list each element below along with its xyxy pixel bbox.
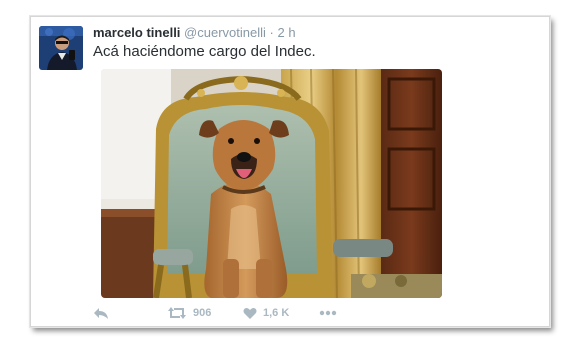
reply-button[interactable]: [93, 304, 109, 322]
retweet-button[interactable]: 906: [167, 304, 211, 322]
avatar[interactable]: [39, 26, 83, 70]
reply-icon: [93, 306, 109, 320]
like-count: 1,6 K: [263, 307, 290, 319]
more-icon: [319, 310, 337, 316]
tweet-actions: 906 1,6 K: [93, 304, 513, 322]
heart-icon: [243, 307, 257, 320]
like-button[interactable]: 1,6 K: [243, 304, 289, 322]
timestamp[interactable]: 2 h: [277, 25, 295, 40]
tweet-photo[interactable]: [101, 69, 442, 298]
tweet-header: marcelo tinelli @cuervotinelli · 2 h: [93, 25, 296, 41]
tweet-card: marcelo tinelli @cuervotinelli · 2 h Acá…: [30, 16, 550, 327]
retweet-icon: [167, 306, 187, 320]
separator: ·: [269, 25, 274, 40]
more-button[interactable]: [319, 304, 337, 322]
retweet-count: 906: [193, 307, 212, 319]
author-handle[interactable]: @cuervotinelli: [184, 25, 266, 40]
tweet-text: Acá haciéndome cargo del Indec.: [93, 43, 316, 60]
author-name[interactable]: marcelo tinelli: [93, 25, 180, 40]
